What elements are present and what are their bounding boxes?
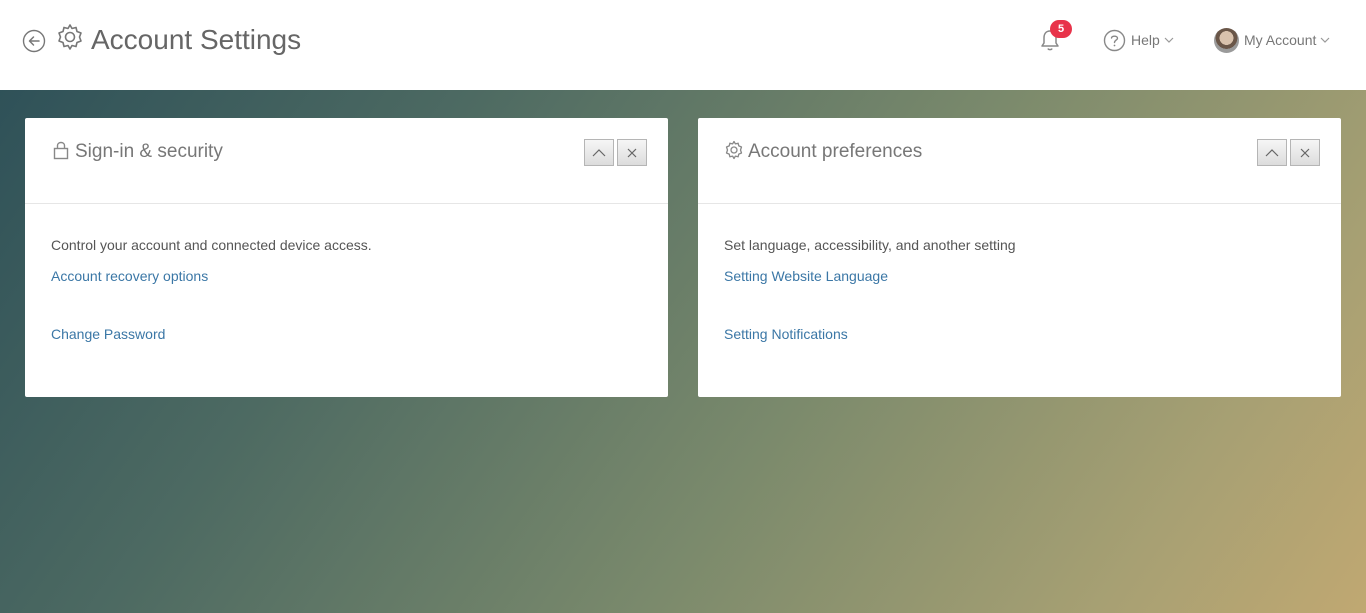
back-arrow-icon[interactable] [22,29,46,53]
notifications-link[interactable]: Setting Notifications [724,326,848,342]
panel-title: Account preferences [748,141,923,162]
panel-title: Sign-in & security [75,141,223,162]
collapse-button[interactable] [1257,139,1287,166]
gear-icon [58,24,82,50]
website-language-link[interactable]: Setting Website Language [724,268,888,284]
help-label: Help [1131,32,1160,48]
panel-header: Sign-in & security [25,118,668,204]
help-menu[interactable]: Help [1103,28,1174,52]
panel-description: Control your account and connected devic… [51,237,372,253]
page-title: Account Settings [91,24,302,55]
avatar [1214,27,1239,53]
change-password-link[interactable]: Change Password [51,326,165,342]
chevron-down-icon [1320,37,1330,43]
signin-security-panel: Sign-in & security Control your account … [25,118,668,397]
chevron-down-icon [1164,37,1174,43]
notification-badge: 5 [1050,20,1072,38]
gear-icon [725,140,743,160]
close-button[interactable] [617,139,647,166]
top-bar: Account Settings 5 Help My Account [0,0,1366,90]
account-label: My Account [1244,32,1317,48]
question-circle-icon [1103,29,1126,51]
close-icon [1300,148,1310,157]
close-button[interactable] [1290,139,1320,166]
panel-description: Set language, accessibility, and another… [724,237,1016,253]
lock-icon [53,141,69,160]
account-recovery-link[interactable]: Account recovery options [51,268,208,284]
panel-header: Account preferences [698,118,1341,204]
close-icon [627,148,637,157]
chevron-up-icon [1265,148,1279,156]
account-menu[interactable]: My Account [1214,27,1330,53]
collapse-button[interactable] [584,139,614,166]
account-preferences-panel: Account preferences Set language, access… [698,118,1341,397]
chevron-up-icon [592,148,606,156]
